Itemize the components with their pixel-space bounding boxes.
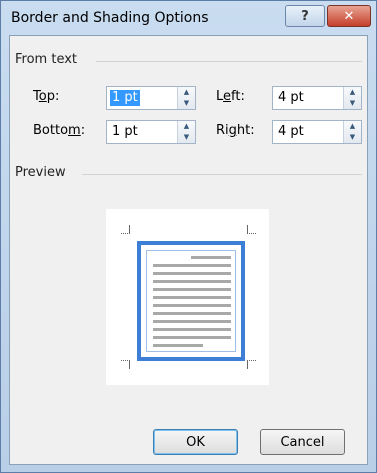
cancel-button[interactable]: Cancel xyxy=(260,429,345,455)
preview-page xyxy=(146,250,236,352)
preview-text-line xyxy=(153,296,231,299)
preview-text-line xyxy=(153,288,231,291)
right-spin-buttons[interactable]: ▲ ▼ xyxy=(343,121,361,143)
dialog-client-area: From text Top: 1 pt ▲ ▼ Left: 4 pt ▲ ▼ B… xyxy=(9,35,368,465)
preview-text-line xyxy=(153,328,231,331)
top-label: Top: xyxy=(33,89,60,104)
corner-mark xyxy=(247,360,256,369)
top-value[interactable]: 1 pt xyxy=(110,90,140,106)
preview-group-label: Preview xyxy=(15,165,66,180)
preview-text-line xyxy=(153,344,203,347)
preview-text-line xyxy=(153,312,231,315)
spin-down-icon[interactable]: ▼ xyxy=(178,98,195,109)
corner-mark xyxy=(247,225,256,234)
bottom-value[interactable]: 1 pt xyxy=(110,124,140,140)
help-button[interactable]: ? xyxy=(285,5,325,27)
left-spin-buttons[interactable]: ▲ ▼ xyxy=(343,87,361,109)
bottom-label: Bottom: xyxy=(33,123,86,138)
bottom-spin-buttons[interactable]: ▲ ▼ xyxy=(177,121,195,143)
spin-up-icon[interactable]: ▲ xyxy=(178,121,195,132)
preview-border xyxy=(137,241,245,361)
preview-text-line xyxy=(153,336,231,339)
preview-text-line xyxy=(191,256,231,259)
spin-down-icon[interactable]: ▼ xyxy=(178,132,195,143)
preview-text-line xyxy=(153,264,231,267)
preview-area[interactable] xyxy=(106,209,269,385)
preview-text-line xyxy=(153,280,231,283)
spin-up-icon[interactable]: ▲ xyxy=(178,87,195,98)
corner-mark xyxy=(121,225,130,234)
left-value[interactable]: 4 pt xyxy=(276,90,306,106)
from-text-group-label: From text xyxy=(15,52,77,67)
close-button[interactable]: ✕ xyxy=(327,5,371,27)
preview-text-line xyxy=(153,272,231,275)
spin-down-icon[interactable]: ▼ xyxy=(344,132,361,143)
dialog-title: Border and Shading Options xyxy=(11,10,209,26)
right-label: Right: xyxy=(216,123,255,138)
spin-up-icon[interactable]: ▲ xyxy=(344,121,361,132)
ok-button[interactable]: OK xyxy=(153,429,238,455)
border-shading-dialog: Border and Shading Options ? ✕ From text… xyxy=(0,0,377,473)
right-value[interactable]: 4 pt xyxy=(276,124,306,140)
preview-separator xyxy=(82,174,362,175)
corner-mark xyxy=(121,360,130,369)
right-spinner[interactable]: 4 pt ▲ ▼ xyxy=(272,120,362,144)
spin-down-icon[interactable]: ▼ xyxy=(344,98,361,109)
from-text-separator xyxy=(96,61,362,62)
preview-text-line xyxy=(153,320,231,323)
bottom-spinner[interactable]: 1 pt ▲ ▼ xyxy=(106,120,196,144)
help-icon: ? xyxy=(301,8,309,24)
top-spinner[interactable]: 1 pt ▲ ▼ xyxy=(106,86,196,110)
left-spinner[interactable]: 4 pt ▲ ▼ xyxy=(272,86,362,110)
spin-up-icon[interactable]: ▲ xyxy=(344,87,361,98)
left-label: Left: xyxy=(216,89,245,104)
title-bar[interactable]: Border and Shading Options ? ✕ xyxy=(1,1,376,35)
top-spin-buttons[interactable]: ▲ ▼ xyxy=(177,87,195,109)
close-icon: ✕ xyxy=(343,8,355,24)
preview-text-line xyxy=(153,304,231,307)
